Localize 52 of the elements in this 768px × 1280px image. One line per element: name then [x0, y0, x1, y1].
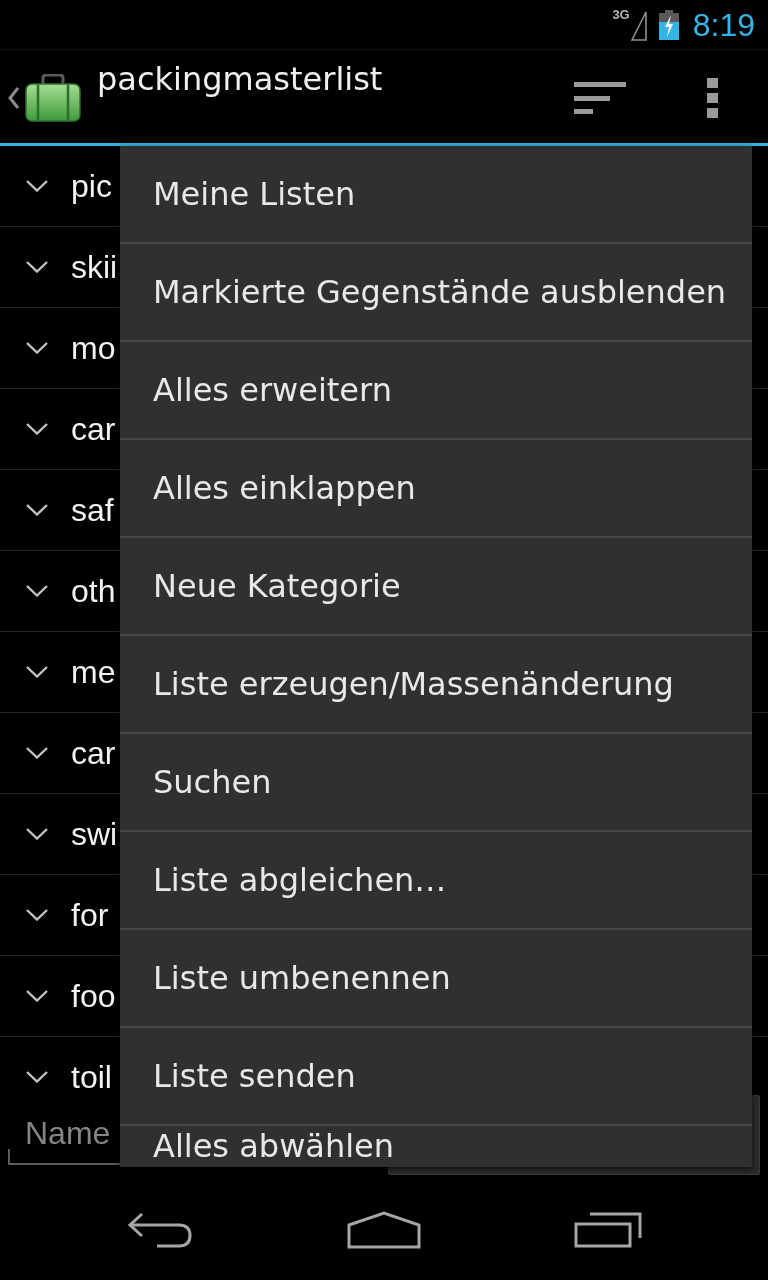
- category-label[interactable]: swi: [71, 816, 118, 852]
- category-label[interactable]: me: [71, 654, 116, 690]
- back-button[interactable]: [127, 1212, 193, 1248]
- suitcase-icon: [25, 74, 81, 122]
- category-label[interactable]: toil: [71, 1059, 112, 1095]
- chevron-down-icon[interactable]: [26, 666, 48, 678]
- chevron-down-icon[interactable]: [26, 828, 48, 840]
- app-home-button[interactable]: [8, 74, 81, 122]
- menu-item[interactable]: Alles einklappen: [120, 440, 752, 538]
- category-label[interactable]: for: [71, 897, 109, 933]
- menu-item[interactable]: Meine Listen: [120, 146, 752, 244]
- list-title: packingmasterlist: [97, 60, 383, 98]
- chevron-down-icon[interactable]: [26, 180, 48, 192]
- sort-icon: [574, 82, 626, 114]
- more-options-icon: [707, 78, 718, 118]
- chevron-down-icon[interactable]: [26, 261, 48, 273]
- menu-item[interactable]: Alles erweitern: [120, 342, 752, 440]
- menu-item[interactable]: Suchen: [120, 734, 752, 832]
- chevron-down-icon[interactable]: [26, 990, 48, 1002]
- chevron-down-icon[interactable]: [26, 423, 48, 435]
- signal-strength-icon: [630, 10, 647, 41]
- chevron-down-icon[interactable]: [26, 747, 48, 759]
- category-label[interactable]: saf: [71, 492, 114, 528]
- network-type-label: 3G: [612, 8, 630, 22]
- overflow-menu-button[interactable]: [707, 78, 718, 118]
- category-label[interactable]: pic: [71, 168, 112, 204]
- home-icon: [347, 1211, 421, 1249]
- clock-time: 8:19: [692, 6, 755, 43]
- menu-item[interactable]: Liste abgleichen…: [120, 832, 752, 930]
- category-label[interactable]: oth: [71, 573, 116, 609]
- category-label[interactable]: car: [71, 411, 116, 447]
- menu-item[interactable]: Liste umbenennen: [120, 930, 752, 1028]
- category-label[interactable]: foo: [71, 978, 116, 1014]
- menu-item[interactable]: Markierte Gegenstände ausblenden: [120, 244, 752, 342]
- category-label[interactable]: car: [71, 735, 116, 771]
- chevron-down-icon[interactable]: [26, 342, 48, 354]
- home-button[interactable]: [347, 1211, 421, 1249]
- sort-button[interactable]: [574, 82, 626, 114]
- menu-item[interactable]: Liste senden: [120, 1028, 752, 1126]
- back-icon: [127, 1212, 193, 1248]
- recent-apps-icon: [574, 1212, 642, 1248]
- category-label[interactable]: mo: [71, 330, 116, 366]
- category-label[interactable]: skii: [71, 249, 118, 285]
- recent-apps-button[interactable]: [574, 1212, 642, 1248]
- menu-item[interactable]: Liste erzeugen/Massenänderung: [120, 636, 752, 734]
- chevron-down-icon[interactable]: [26, 909, 48, 921]
- chevron-down-icon[interactable]: [26, 585, 48, 597]
- chevron-down-icon[interactable]: [26, 504, 48, 516]
- menu-item[interactable]: Neue Kategorie: [120, 538, 752, 636]
- battery-charging-icon: [658, 9, 679, 40]
- up-caret-icon: [8, 87, 20, 109]
- chevron-down-icon[interactable]: [26, 1071, 48, 1083]
